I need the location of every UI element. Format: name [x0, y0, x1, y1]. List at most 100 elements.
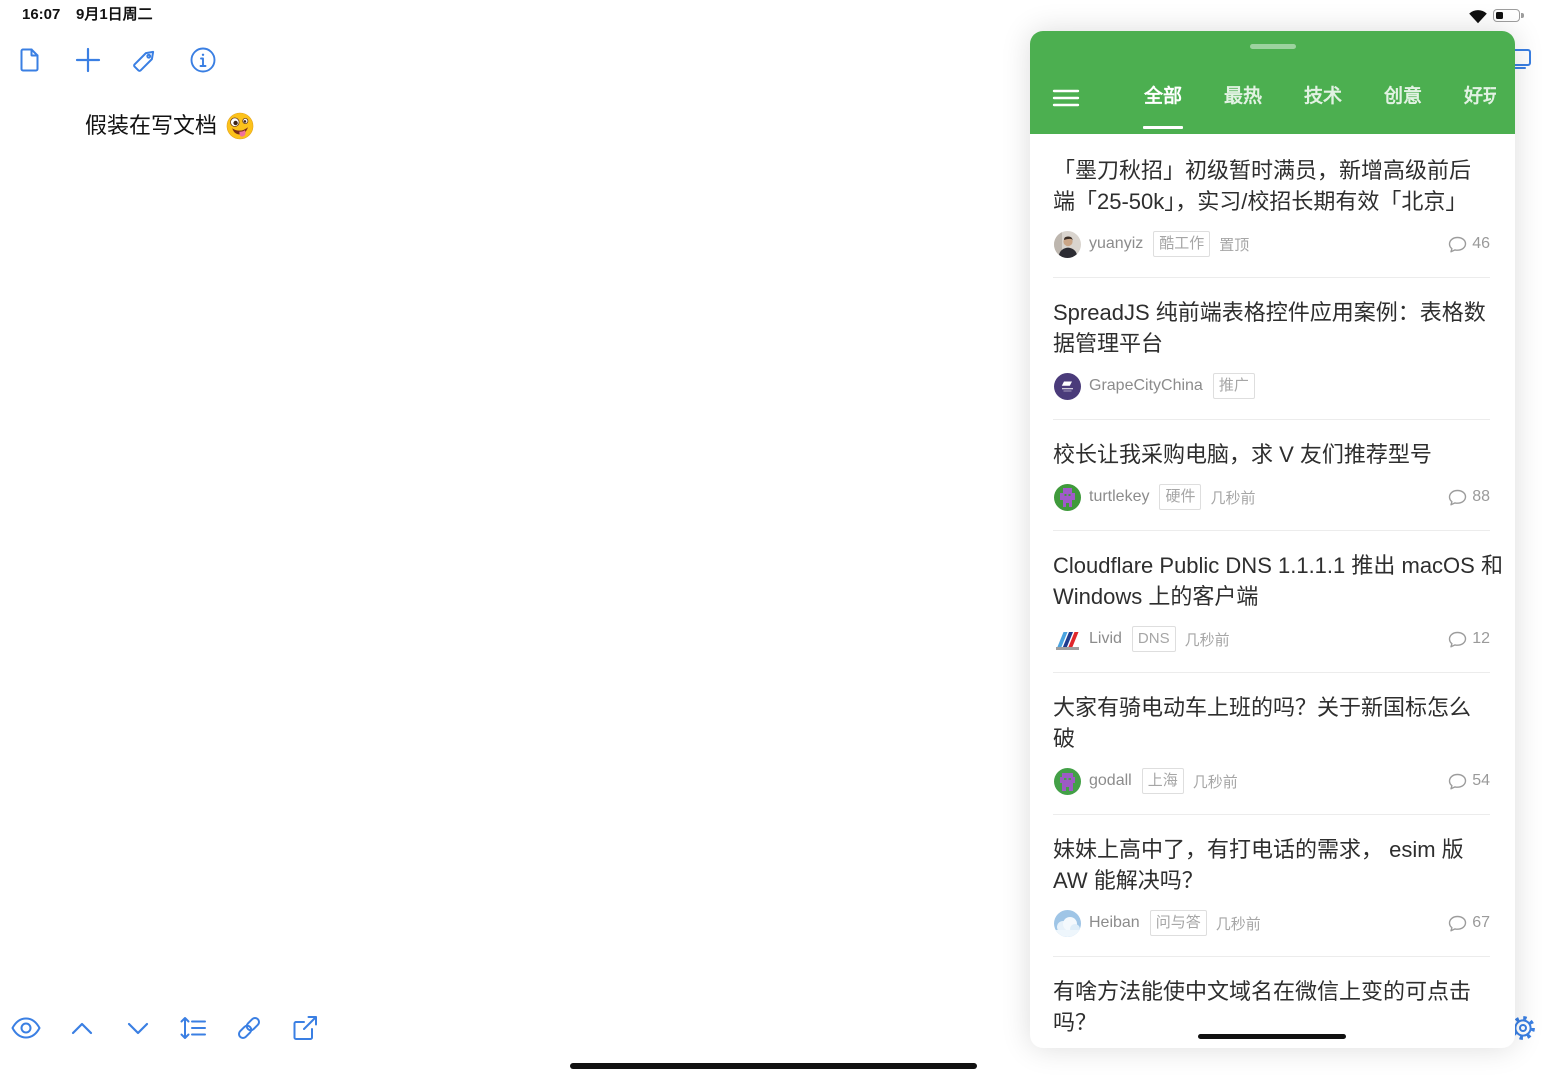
tab-all[interactable]: 全部 — [1123, 79, 1203, 134]
post-time: 几秒前 — [1184, 631, 1230, 649]
comment-bubble-icon — [1449, 489, 1467, 505]
comment-bubble-icon — [1449, 236, 1467, 252]
tab-label: 全部 — [1143, 86, 1182, 107]
battery-nub — [1521, 13, 1524, 18]
slide-over-panel: 全部 最热 技术 创意 好玩 「墨刀秋招」初级暂时满员，新增高级前后 端「25-… — [1030, 31, 1515, 1048]
topic-item[interactable]: Cloudflare Public DNS 1.1.1.1 推出 macOS 和… — [1053, 531, 1503, 673]
line-spacing-icon[interactable] — [179, 1014, 207, 1042]
topic-title-line: 端「25-50k」，实习/校招长期有效「北京」 — [1053, 189, 1468, 214]
author-name[interactable]: turtlekey — [1089, 488, 1149, 506]
topic-title: 大家有骑电动车上班的吗？关于新国标怎么 破 — [1053, 692, 1490, 754]
node-tag[interactable]: 问与答 — [1149, 910, 1207, 936]
topic-title: Cloudflare Public DNS 1.1.1.1 推出 macOS 和… — [1053, 550, 1503, 612]
topic-title-line: 妹妹上高中了，有打电话的需求， esim 版 — [1053, 837, 1464, 862]
tab-label: 好玩 — [1463, 86, 1496, 107]
reply-count-value: 46 — [1472, 235, 1490, 252]
eye-icon[interactable] — [11, 1014, 41, 1042]
reply-count-value: 67 — [1472, 914, 1490, 931]
panel-home-indicator[interactable] — [1198, 1034, 1346, 1039]
topic-list: 「墨刀秋招」初级暂时满员，新增高级前后 端「25-50k」，实习/校招长期有效「… — [1030, 134, 1515, 1048]
tab-label: 最热 — [1223, 86, 1262, 107]
wifi-icon — [1467, 8, 1489, 24]
plus-icon[interactable] — [75, 47, 101, 73]
grapecity-logo-avatar-icon[interactable] — [1054, 372, 1081, 400]
topic-title: 「墨刀秋招」初级暂时满员，新增高级前后 端「25-50k」，实习/校招长期有效「… — [1053, 155, 1490, 217]
grab-handle[interactable] — [1250, 44, 1296, 49]
comment-bubble-icon — [1449, 915, 1467, 931]
topic-title: 校长让我采购电脑，求 V 友们推荐型号 — [1053, 439, 1490, 470]
author-name[interactable]: Heiban — [1089, 914, 1140, 932]
author-name[interactable]: yuanyiz — [1089, 235, 1143, 253]
comment-bubble-icon — [1449, 631, 1467, 647]
document-icon[interactable] — [17, 47, 43, 73]
topic-title-line: SpreadJS 纯前端表格控件应用案例：表格数 — [1053, 300, 1486, 325]
hamburger-menu-icon[interactable] — [1052, 87, 1080, 109]
reply-count: 54 — [1448, 772, 1490, 790]
battery-fill — [1496, 12, 1504, 19]
tab-label: 技术 — [1303, 86, 1342, 107]
topic-title: 妹妹上高中了，有打电话的需求， esim 版 AW 能解决吗？ — [1053, 834, 1490, 896]
tab-label: 创意 — [1383, 86, 1422, 107]
cloud-avatar-icon[interactable] — [1054, 909, 1081, 937]
topic-title-line: AW 能解决吗？ — [1053, 868, 1204, 893]
reply-count-value: 88 — [1472, 488, 1490, 505]
topic-title-line: Windows 上的客户端 — [1053, 584, 1259, 609]
document-body-text[interactable]: 假装在写文档 — [85, 111, 217, 141]
reply-count-value: 54 — [1472, 772, 1490, 789]
topic-title: 有啥方法能使中文域名在微信上变的可点击 吗？ — [1053, 976, 1490, 1038]
chevron-up-icon[interactable] — [70, 1014, 94, 1042]
topic-item[interactable]: SpreadJS 纯前端表格控件应用案例：表格数 据管理平台 GrapeCity… — [1053, 278, 1490, 420]
status-time: 16:07 — [22, 6, 61, 23]
post-time: 几秒前 — [1215, 915, 1261, 933]
author-name[interactable]: Livid — [1089, 630, 1122, 648]
status-date: 9月1日周二 — [76, 6, 153, 23]
reply-count: 88 — [1448, 488, 1490, 506]
post-time: 几秒前 — [1192, 773, 1238, 791]
topic-meta: Heiban 问与答 几秒前 67 — [1053, 909, 1490, 937]
reply-count: 67 — [1448, 914, 1490, 932]
topic-title-line: 破 — [1053, 726, 1076, 751]
topic-item[interactable]: 「墨刀秋招」初级暂时满员，新增高级前后 端「25-50k」，实习/校招长期有效「… — [1053, 134, 1490, 278]
tab-hot[interactable]: 最热 — [1203, 79, 1283, 134]
topic-title-line: 「墨刀秋招」初级暂时满员，新增高级前后 — [1053, 158, 1472, 183]
tag-icon[interactable] — [132, 47, 158, 73]
tab-tech[interactable]: 技术 — [1283, 79, 1363, 134]
chevron-down-icon[interactable] — [126, 1014, 150, 1042]
tab-selected-indicator — [1143, 126, 1183, 129]
reply-count: 46 — [1448, 235, 1490, 253]
node-tag[interactable]: DNS — [1131, 626, 1176, 652]
node-tag[interactable]: 上海 — [1141, 768, 1184, 794]
pixel-avatar-icon[interactable] — [1054, 483, 1081, 511]
topic-item[interactable]: 妹妹上高中了，有打电话的需求， esim 版 AW 能解决吗？ Heiban 问… — [1053, 815, 1490, 957]
stripes-avatar-icon[interactable] — [1054, 625, 1081, 653]
battery-icon — [1493, 9, 1520, 22]
topic-item[interactable]: 校长让我采购电脑，求 V 友们推荐型号 turtlekey 硬件 几秒前 88 — [1053, 420, 1490, 531]
topic-title-line: 大家有骑电动车上班的吗？关于新国标怎么 — [1053, 695, 1472, 720]
topic-title: SpreadJS 纯前端表格控件应用案例：表格数 据管理平台 — [1053, 297, 1490, 359]
topic-item[interactable]: 大家有骑电动车上班的吗？关于新国标怎么 破 godall 上海 几秒前 54 — [1053, 673, 1490, 815]
tab-creative[interactable]: 创意 — [1363, 79, 1443, 134]
topic-meta: yuanyiz 酷工作 置顶 46 — [1053, 230, 1490, 258]
share-icon[interactable] — [291, 1014, 319, 1042]
portrait-avatar-icon[interactable] — [1054, 230, 1081, 258]
zany-face-emoji-icon — [226, 112, 254, 140]
reply-count: 12 — [1448, 630, 1490, 648]
topic-title-line: 有啥方法能使中文域名在微信上变的可点击 — [1053, 979, 1472, 1004]
topic-meta: Livid DNS 几秒前 12 — [1053, 625, 1490, 653]
reply-count-value: 12 — [1472, 630, 1490, 647]
tab-fun[interactable]: 好玩 — [1443, 79, 1496, 134]
category-tabs: 全部 最热 技术 创意 好玩 — [1123, 79, 1496, 134]
node-tag[interactable]: 硬件 — [1159, 484, 1202, 510]
topic-meta: GrapeCityChina 推广 — [1053, 372, 1490, 400]
author-name[interactable]: godall — [1089, 772, 1132, 790]
node-tag[interactable]: 推广 — [1212, 373, 1255, 399]
node-tag[interactable]: 酷工作 — [1153, 231, 1211, 257]
topic-title-line: 校长让我采购电脑，求 V 友们推荐型号 — [1053, 442, 1432, 467]
link-icon[interactable] — [235, 1014, 263, 1042]
home-indicator[interactable] — [570, 1063, 977, 1069]
info-icon[interactable] — [190, 47, 216, 73]
topic-title-line: Cloudflare Public DNS 1.1.1.1 推出 macOS 和 — [1053, 553, 1503, 578]
pixel-avatar-icon[interactable] — [1054, 767, 1081, 795]
author-name[interactable]: GrapeCityChina — [1089, 377, 1203, 395]
pinned-label: 置顶 — [1219, 236, 1250, 254]
